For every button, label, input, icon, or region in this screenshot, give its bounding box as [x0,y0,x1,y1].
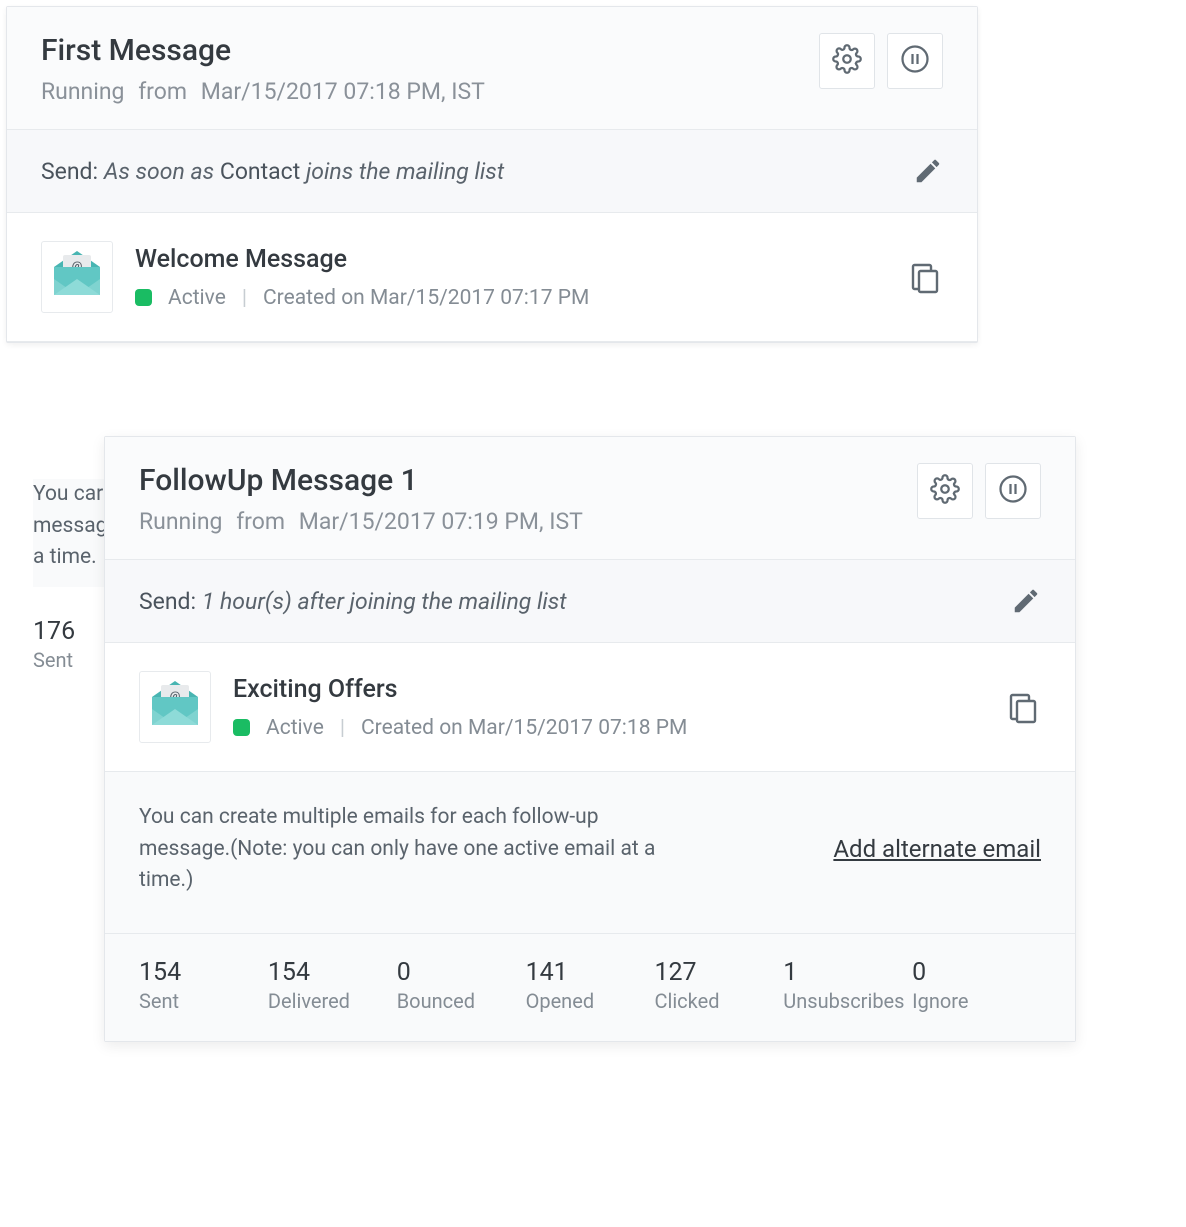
send-prefix: Send: [41,158,98,185]
send-condition-text: Send: 1 hour(s) after joining the mailin… [139,588,567,615]
stat-item[interactable]: 0Bounced [397,958,526,1013]
message-card-followup: FollowUp Message 1 Running from Mar/15/2… [104,436,1076,1042]
envelope-icon: @ [152,689,198,725]
stat-label: Delivered [268,989,397,1013]
note-row: You can create multiple emails for each … [105,772,1075,934]
edit-button[interactable] [1011,586,1041,616]
from-label: from [236,508,285,535]
send-condition-row: Send: As soon as Contact joins the maili… [7,130,977,213]
email-row: @ Exciting Offers Active | Created on Ma… [105,643,1075,772]
stat-label: Bounced [397,989,526,1013]
email-title: Welcome Message [135,245,589,274]
status-text: Running [41,78,124,105]
stat-num: 154 [268,958,397,987]
send-condition-text: Send: As soon as Contact joins the maili… [41,158,504,185]
meta-separator: | [242,286,247,310]
from-value: Mar/15/2017 07:19 PM, IST [299,508,583,535]
card-header: First Message Running from Mar/15/2017 0… [7,7,977,130]
pause-button[interactable] [985,463,1041,519]
settings-button[interactable] [917,463,973,519]
from-label: from [138,78,187,105]
email-row: @ Welcome Message Active | Created on Ma… [7,213,977,342]
stats-row: 154Sent154Delivered0Bounced141Opened127C… [105,934,1075,1041]
send-condition-row: Send: 1 hour(s) after joining the mailin… [105,560,1075,643]
stat-num: 1 [783,958,912,987]
gear-icon [930,474,960,508]
email-title: Exciting Offers [233,675,687,704]
stat-num: 0 [397,958,526,987]
send-entity: Contact [220,158,300,185]
note-text: You can create multiple emails for each … [139,802,689,897]
card-title: FollowUp Message 1 [139,463,917,498]
pause-icon [998,474,1028,508]
add-alternate-email-link[interactable]: Add alternate email [833,835,1041,863]
card-subtitle: Running from Mar/15/2017 07:18 PM, IST [41,78,819,105]
stat-item[interactable]: 141Opened [526,958,655,1013]
stat-num: 127 [654,958,783,987]
gear-icon [832,44,862,78]
send-prefix: Send: [139,588,196,615]
stat-num: 0 [912,958,1041,987]
status-text: Running [139,508,222,535]
pencil-icon [1011,601,1041,620]
stat-item[interactable]: 154Delivered [268,958,397,1013]
stat-label: Sent [33,648,111,672]
pause-button[interactable] [887,33,943,89]
copy-icon [907,280,943,299]
copy-button[interactable] [907,259,943,295]
stat-item[interactable]: 127Clicked [654,958,783,1013]
email-thumbnail: @ [139,671,211,743]
edit-button[interactable] [913,156,943,186]
stat-label: Ignore [912,989,1041,1013]
stat-item[interactable]: 154Sent [139,958,268,1013]
stat-item[interactable]: 1Unsubscribes [783,958,912,1013]
card-header: FollowUp Message 1 Running from Mar/15/2… [105,437,1075,560]
email-status: Active [168,286,226,310]
note-fragment: You car messag a time. [33,479,111,587]
card-title: First Message [41,33,819,68]
meta-separator: | [340,716,345,740]
email-thumbnail: @ [41,241,113,313]
pause-icon [900,44,930,78]
copy-icon [1005,710,1041,729]
settings-button[interactable] [819,33,875,89]
stat-item[interactable]: 0Ignore [912,958,1041,1013]
status-dot [135,289,152,306]
send-part1: As soon as [104,158,214,185]
stat-num: 154 [139,958,268,987]
stat-label: Clicked [654,989,783,1013]
from-value: Mar/15/2017 07:18 PM, IST [201,78,485,105]
email-created: Created on Mar/15/2017 07:17 PM [263,286,589,310]
stat-label: Unsubscribes [783,989,912,1013]
stat-num: 141 [526,958,655,987]
envelope-icon: @ [54,259,100,295]
send-part2: joins the mailing list [306,158,504,185]
stat-fragment: 176 Sent [33,617,111,672]
stat-num: 176 [33,617,111,646]
copy-button[interactable] [1005,689,1041,725]
stat-label: Opened [526,989,655,1013]
email-status: Active [266,716,324,740]
pencil-icon [913,171,943,190]
send-part1: 1 hour(s) after joining the mailing list [202,588,567,615]
card-subtitle: Running from Mar/15/2017 07:19 PM, IST [139,508,917,535]
email-created: Created on Mar/15/2017 07:18 PM [361,716,687,740]
message-card-first: First Message Running from Mar/15/2017 0… [6,6,978,343]
stat-label: Sent [139,989,268,1013]
status-dot [233,719,250,736]
